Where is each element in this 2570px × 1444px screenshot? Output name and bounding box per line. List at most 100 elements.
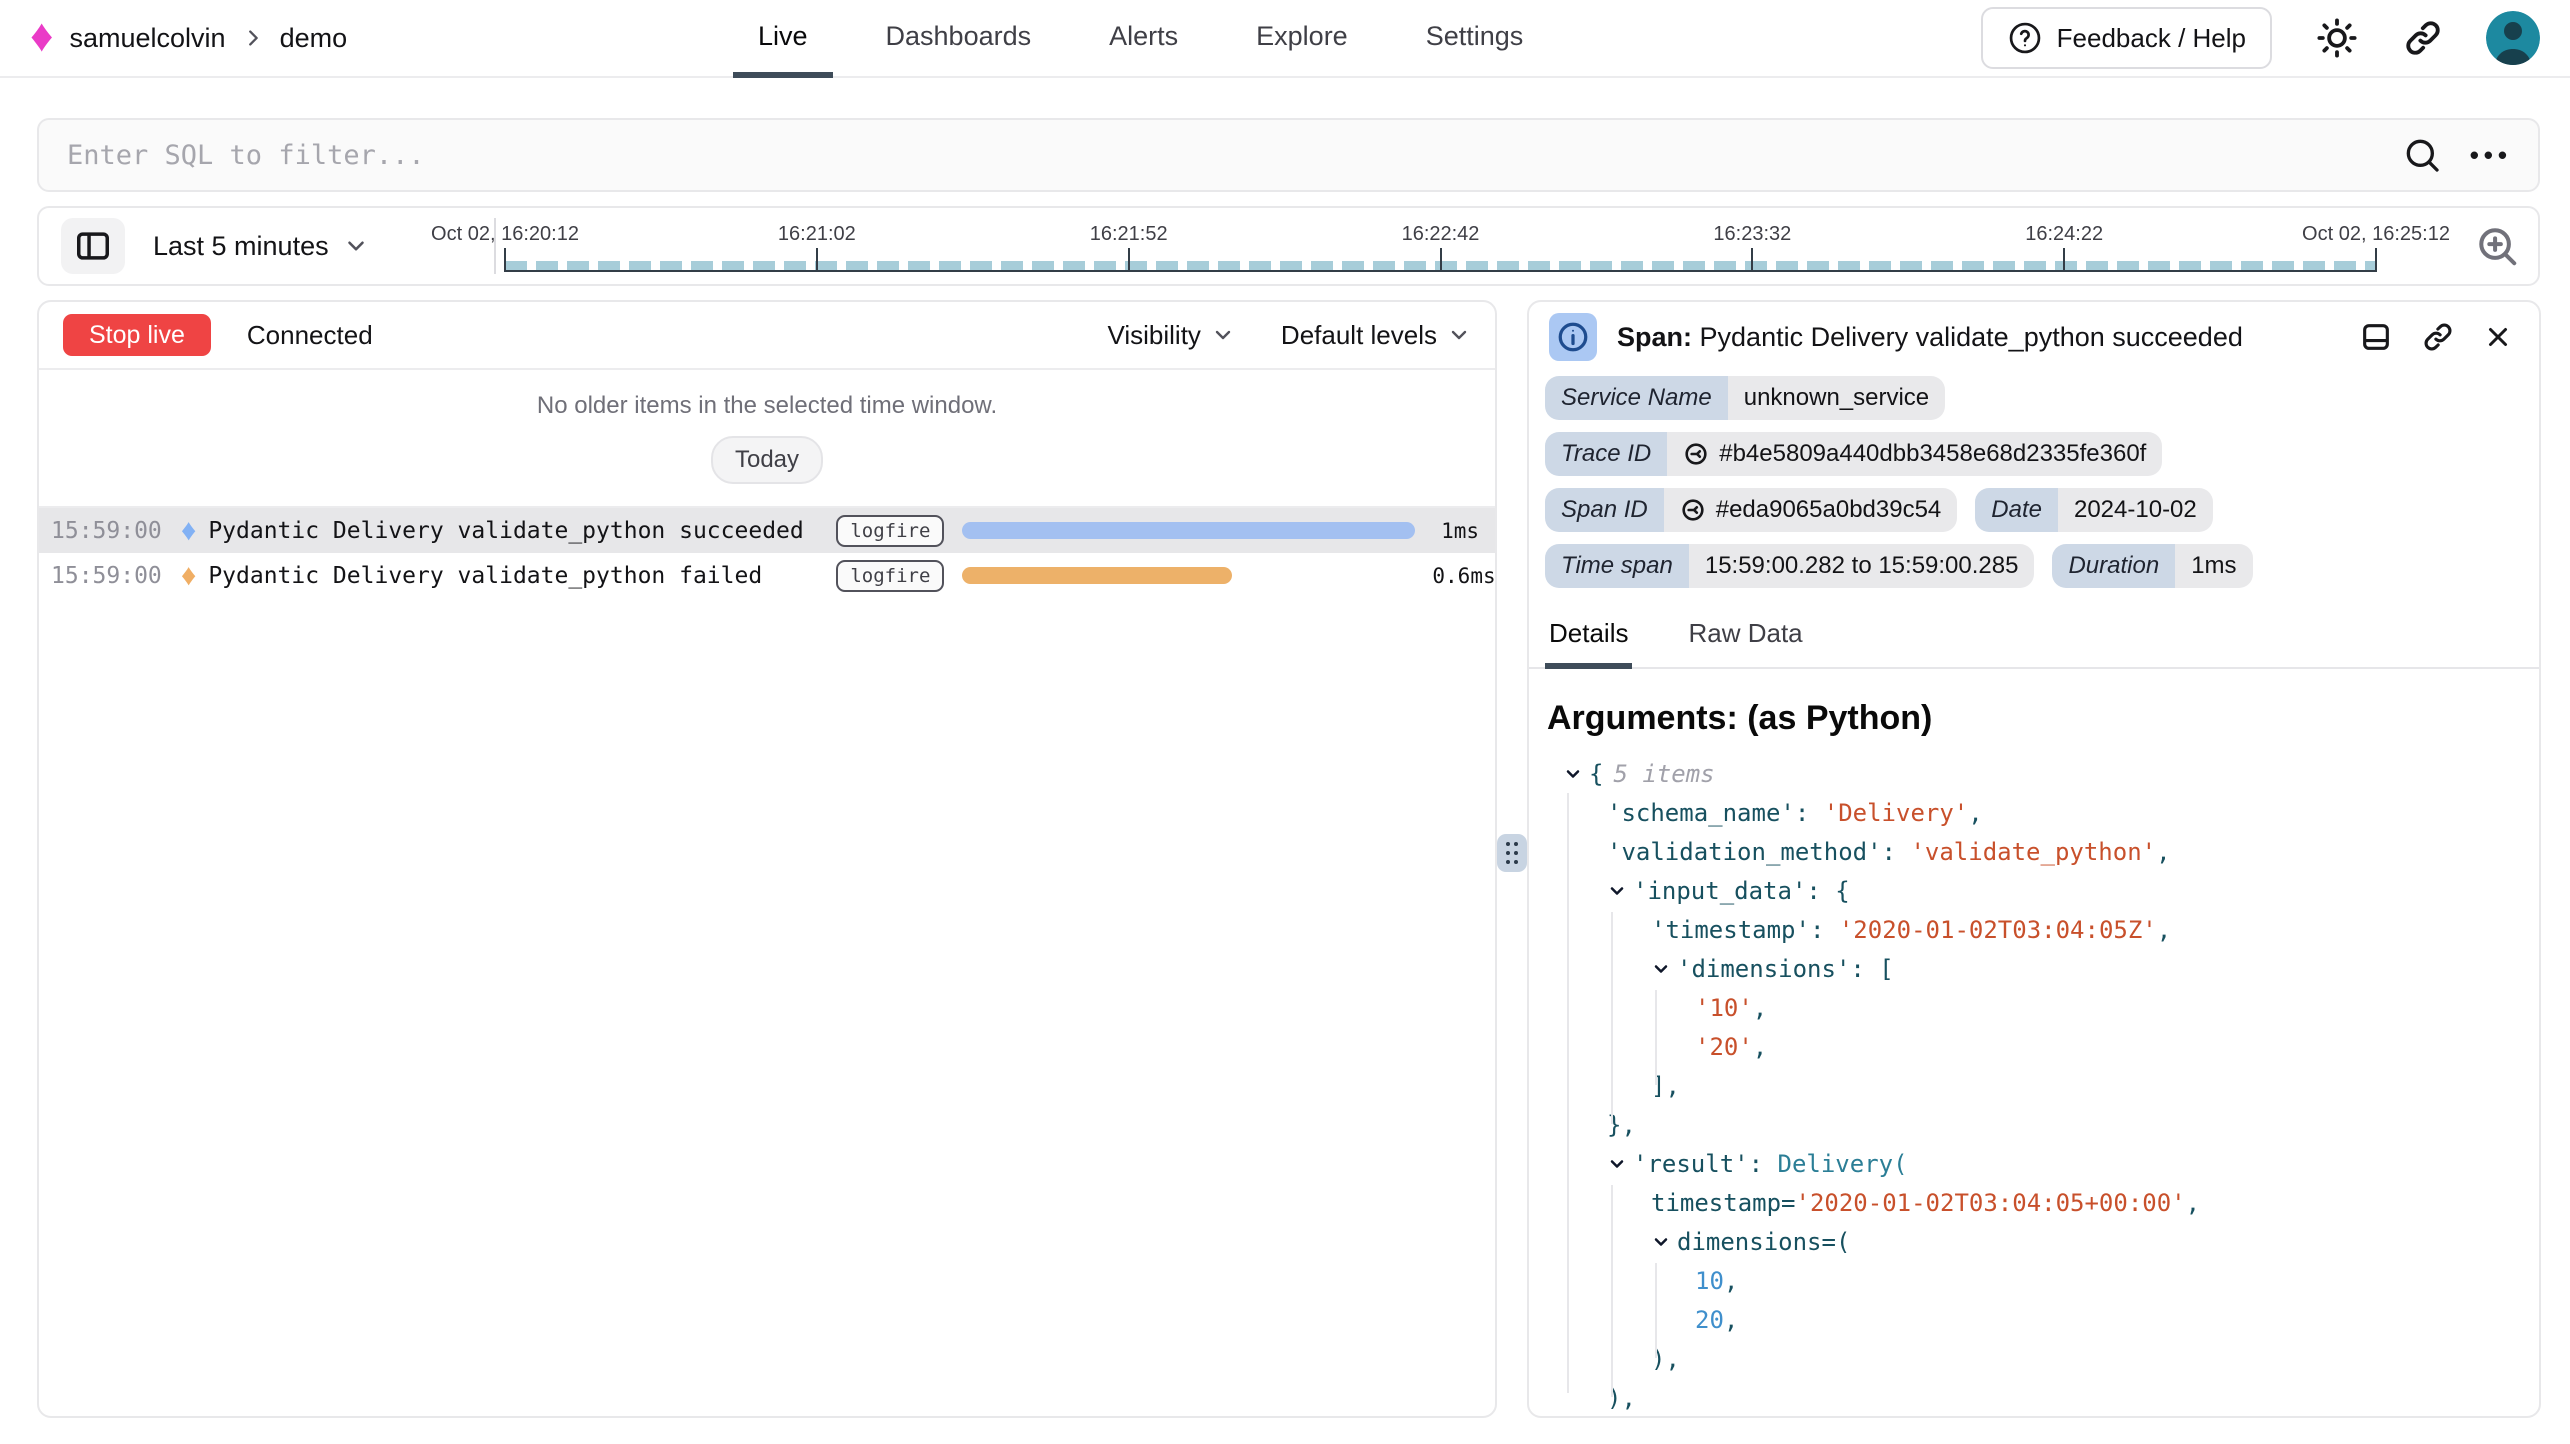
indent-guide [1611, 1185, 1613, 1397]
timeline-tick-label: 16:23:32 [1713, 223, 1791, 246]
collapse-caret-icon[interactable] [1607, 1154, 1633, 1174]
code-token: Delivery( [1778, 1150, 1908, 1178]
timeline[interactable]: Oct 02, 16:20:1216:21:0216:21:5216:22:42… [505, 208, 2376, 284]
code-token: 'validate_python' [1910, 838, 2156, 866]
collapse-caret-icon[interactable] [1651, 1232, 1677, 1252]
default-levels-dropdown[interactable]: Default levels [1281, 320, 1471, 351]
logfire-logo-icon[interactable]: ♦ [30, 12, 53, 58]
user-avatar[interactable] [2486, 11, 2540, 65]
nav-tab-alerts[interactable]: Alerts [1084, 0, 1203, 78]
nav-tab-dashboards[interactable]: Dashboards [861, 0, 1057, 78]
zoom-in-icon[interactable] [2474, 223, 2520, 269]
empty-window-message: No older items in the selected time wind… [39, 392, 1495, 420]
collapse-caret-icon[interactable] [1607, 881, 1633, 901]
code-line: 'result': Delivery( [1555, 1144, 2539, 1183]
nav-tab-live[interactable]: Live [733, 0, 833, 78]
visibility-dropdown[interactable]: Visibility [1107, 320, 1234, 351]
code-token: : [ [1850, 955, 1893, 983]
live-panel: Stop live Connected Visibility Default l… [37, 300, 1497, 1418]
code-token: : [1882, 838, 1911, 866]
timeline-tick-label: 16:24:22 [2025, 223, 2103, 246]
span-detail-panel: Span: Pydantic Delivery validate_python … [1527, 300, 2541, 1418]
code-token: 'Delivery' [1824, 799, 1969, 827]
close-icon[interactable] [2483, 322, 2513, 352]
sql-filter-input[interactable] [65, 139, 2402, 172]
code-line: 'validation_method': 'validate_python', [1555, 832, 2539, 871]
link-icon[interactable] [1680, 497, 1706, 523]
code-token: 'validation_method' [1607, 838, 1882, 866]
sidebar-toggle-button[interactable] [61, 218, 125, 274]
duration-bar-track [962, 567, 1432, 584]
code-token: 'input_data' [1633, 877, 1806, 905]
day-separator: Today [39, 436, 1495, 484]
code-token: : [1810, 916, 1839, 944]
code-token: 'schema_name' [1607, 799, 1795, 827]
meta-row: Span ID #eda9065a0bd39c54 Date 2024-10-0… [1545, 488, 2523, 532]
meta-pill: Trace ID #b4e5809a440dbb3458e68d2335fe36… [1545, 432, 2162, 476]
span-title: Span: Pydantic Delivery validate_python … [1617, 322, 2243, 353]
info-circle-icon [1556, 320, 1590, 354]
timeline-tick-mark [504, 248, 506, 272]
timeline-tick-mark [1128, 248, 1130, 272]
stop-live-button[interactable]: Stop live [63, 314, 211, 356]
log-row[interactable]: 15:59:00 ♦ Pydantic Delivery validate_py… [39, 508, 1495, 553]
meta-value: 15:59:00.282 to 15:59:00.285 [1689, 544, 2035, 588]
chevron-down-icon [1447, 323, 1471, 347]
more-options-icon[interactable]: ••• [2470, 142, 2512, 168]
meta-pill: Duration 1ms [2052, 544, 2252, 588]
time-range-dropdown[interactable]: Last 5 minutes [153, 231, 369, 262]
copy-link-icon[interactable] [2421, 320, 2455, 354]
code-token: , [2186, 1189, 2200, 1217]
code-token: : [1795, 799, 1824, 827]
scope-badge[interactable]: logfire [836, 515, 944, 547]
share-link-icon[interactable] [2402, 17, 2444, 59]
feedback-help-label: Feedback / Help [2057, 23, 2246, 54]
timeline-tick-label: 16:21:02 [778, 223, 856, 246]
log-rows: 15:59:00 ♦ Pydantic Delivery validate_py… [39, 506, 1495, 598]
code-line: 'schema_name': 'Delivery', [1555, 793, 2539, 832]
timeline-tick-mark [1440, 248, 1442, 272]
code-token: { [1589, 760, 1603, 788]
code-token: 20 [1695, 1306, 1724, 1334]
search-icon[interactable] [2402, 135, 2442, 175]
meta-pill: Time span 15:59:00.282 to 15:59:00.285 [1545, 544, 2034, 588]
feedback-help-button[interactable]: Feedback / Help [1981, 7, 2272, 69]
tab-details[interactable]: Details [1545, 612, 1632, 669]
nav-tab-explore[interactable]: Explore [1231, 0, 1373, 78]
breadcrumb-org[interactable]: samuelcolvin [69, 23, 225, 54]
indent-guide [1655, 1263, 1657, 1358]
code-token: '10' [1695, 994, 1753, 1022]
breadcrumb-project[interactable]: demo [280, 23, 348, 54]
span-title-label: Span: [1617, 322, 1692, 352]
meta-row: Service Name unknown_service [1545, 376, 2523, 420]
timeline-tick-mark [1751, 248, 1753, 272]
code-line: ), [1555, 1378, 2539, 1417]
meta-pill: Service Name unknown_service [1545, 376, 1945, 420]
code-line: ], [1555, 1066, 2539, 1105]
span-kind-icon: ♦ [181, 516, 196, 546]
collapse-caret-icon[interactable] [1563, 764, 1589, 784]
timeline-tick-label: 16:21:52 [1090, 223, 1168, 246]
scope-badge[interactable]: logfire [836, 560, 944, 592]
connection-status: Connected [247, 320, 373, 351]
link-icon[interactable] [1683, 441, 1709, 467]
span-title-text: Pydantic Delivery validate_python succee… [1700, 322, 2243, 352]
panel-resize-handle[interactable] [1497, 834, 1527, 872]
dock-panel-icon[interactable] [2359, 320, 2393, 354]
log-row[interactable]: 15:59:00 ♦ Pydantic Delivery validate_py… [39, 553, 1495, 598]
code-line: }, [1555, 1105, 2539, 1144]
default-levels-label: Default levels [1281, 320, 1437, 351]
code-token: '2020-01-02T03:04:05Z' [1839, 916, 2157, 944]
code-line: 'input_data': { [1555, 871, 2539, 910]
code-token: 'dimensions' [1677, 955, 1850, 983]
code-line: 'timestamp': '2020-01-02T03:04:05Z', [1555, 910, 2539, 949]
live-filters: Visibility Default levels [1107, 320, 1471, 351]
tab-raw-data[interactable]: Raw Data [1684, 612, 1806, 669]
theme-toggle-sun-icon[interactable] [2314, 15, 2360, 61]
collapse-caret-icon[interactable] [1651, 959, 1677, 979]
duration-label: 1ms [1441, 519, 1479, 543]
meta-value: 2024-10-02 [2058, 488, 2213, 532]
code-token: dimensions=( [1677, 1228, 1850, 1256]
nav-tab-settings[interactable]: Settings [1401, 0, 1549, 78]
info-badge [1549, 313, 1597, 361]
